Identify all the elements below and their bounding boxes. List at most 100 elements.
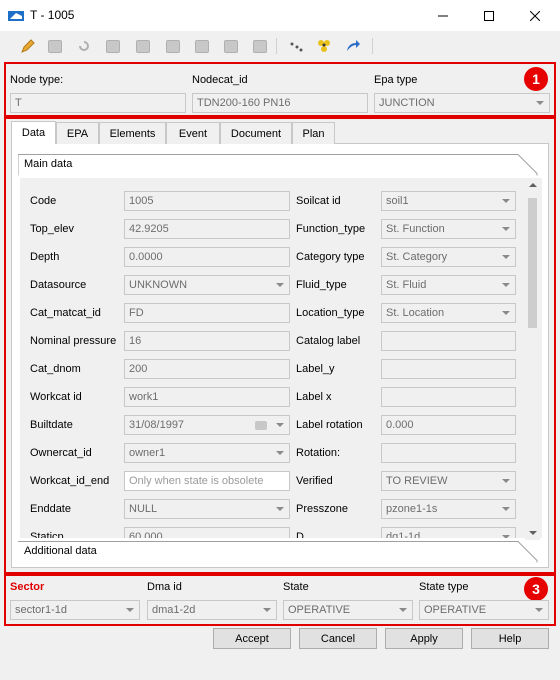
edit-button[interactable] xyxy=(18,36,38,56)
left-field-label-code: Code xyxy=(30,195,57,207)
state-type-label: State type xyxy=(419,581,469,593)
left-field-value: FD xyxy=(129,307,144,319)
cancel-button[interactable]: Cancel xyxy=(299,628,377,649)
sector-value: sector1-1d xyxy=(15,604,67,616)
clear-date-icon[interactable] xyxy=(255,421,267,430)
chevron-down-icon xyxy=(502,507,510,511)
left-field-workcat-id-end-input[interactable]: Only when state is obsolete xyxy=(124,471,290,491)
chevron-down-icon xyxy=(536,101,544,105)
dots-button[interactable] xyxy=(286,36,306,56)
workcat-button[interactable] xyxy=(133,36,153,56)
tab-plan[interactable]: Plan xyxy=(292,122,335,144)
left-field-depth-input[interactable]: 0.0000 xyxy=(124,247,290,267)
left-field-nominal-pressure-input[interactable]: 16 xyxy=(124,331,290,351)
close-button[interactable] xyxy=(512,0,558,31)
tab-elements[interactable]: Elements xyxy=(99,122,166,144)
scroll-down-icon xyxy=(529,531,537,535)
tab-label: Document xyxy=(230,127,282,140)
right-field-label-catalog-label: Catalog label xyxy=(296,335,361,347)
maximize-button[interactable] xyxy=(466,0,512,31)
tab-event[interactable]: Event xyxy=(166,122,220,144)
tab-data[interactable]: Data xyxy=(11,121,56,144)
left-field-value: 1005 xyxy=(129,195,154,207)
main-data-group[interactable]: Main data xyxy=(18,154,538,176)
nodecat-field[interactable]: TDN200-160 PN16 xyxy=(192,93,368,113)
main-data-area[interactable]: Code 1005 Top_elev 42.9205 Depth 0.0000 Dataso… xyxy=(20,178,542,538)
paste-button[interactable] xyxy=(45,36,65,56)
state-label: State xyxy=(283,581,309,593)
chevron-down-icon xyxy=(126,608,134,612)
additional-data-title: Additional data xyxy=(24,545,97,557)
right-field-label-y-input[interactable] xyxy=(381,359,516,379)
link-button[interactable] xyxy=(343,36,363,56)
sector-label: Sector xyxy=(10,581,45,593)
chevron-down-icon xyxy=(502,535,510,538)
left-field-staticp-input[interactable]: 60.000 xyxy=(124,527,290,538)
chevron-down-icon xyxy=(502,199,510,203)
left-field-cat-matcat-id-input[interactable]: FD xyxy=(124,303,290,323)
tab-document[interactable]: Document xyxy=(220,122,292,144)
paste-icon xyxy=(48,39,62,53)
right-field-location-type-select[interactable]: St. Location xyxy=(381,303,516,323)
forward-icon xyxy=(195,39,209,53)
left-field-value: 0.0000 xyxy=(129,251,163,263)
left-field-value: 60.000 xyxy=(129,531,163,538)
right-field-verified-select[interactable]: TO REVIEW xyxy=(381,471,516,491)
right-field-fluid-type-select[interactable]: St. Fluid xyxy=(381,275,516,295)
left-field-enddate-select[interactable]: NULL xyxy=(124,499,290,519)
right-field-soilcat-id-select[interactable]: soil1 xyxy=(381,191,516,211)
left-field-label-cat-matcat-id: Cat_matcat_id xyxy=(30,307,101,319)
forward-button[interactable] xyxy=(192,36,212,56)
left-field-workcat-id-input[interactable]: work1 xyxy=(124,387,290,407)
tab-epa[interactable]: EPA xyxy=(56,122,99,144)
dma-select[interactable]: dma1-2d xyxy=(147,600,277,620)
right-field-catalog-label-input[interactable] xyxy=(381,331,516,351)
nodes-icon xyxy=(318,40,330,52)
zoom-node-button[interactable] xyxy=(250,36,270,56)
right-field-function-type-select[interactable]: St. Function xyxy=(381,219,516,239)
right-field-value: St. Location xyxy=(386,307,445,319)
left-field-ownercat-id-select[interactable]: owner1 xyxy=(124,443,290,463)
chevron-down-icon xyxy=(502,311,510,315)
left-field-cat-dnom-input[interactable]: 200 xyxy=(124,359,290,379)
right-field-label-soilcat-id: Soilcat id xyxy=(296,195,341,207)
left-field-datasource-select[interactable]: UNKNOWN xyxy=(124,275,290,295)
nodes-button[interactable] xyxy=(314,36,334,56)
chevron-down-icon xyxy=(502,227,510,231)
workcat-end-button[interactable] xyxy=(163,36,183,56)
title-bar: T - 1005 xyxy=(0,0,560,31)
help-button[interactable]: Help xyxy=(471,628,549,649)
epa-type-select[interactable]: JUNCTION xyxy=(374,93,550,113)
right-field-label-x-input[interactable] xyxy=(381,387,516,407)
right-field-d-select[interactable]: dq1-1d xyxy=(381,527,516,538)
state-select[interactable]: OPERATIVE xyxy=(283,600,413,620)
right-field-value: soil1 xyxy=(386,195,409,207)
additional-data-group[interactable]: Additional data xyxy=(18,541,538,563)
right-field-presszone-select[interactable]: pzone1-1s xyxy=(381,499,516,519)
left-field-code-input[interactable]: 1005 xyxy=(124,191,290,211)
node-type-field[interactable]: T xyxy=(10,93,186,113)
left-field-label-top-elev: Top_elev xyxy=(30,223,75,235)
left-field-builtdate-select[interactable]: 31/08/1997 xyxy=(124,415,290,435)
left-field-top-elev-input[interactable]: 42.9205 xyxy=(124,219,290,239)
right-field-rotation-input[interactable] xyxy=(381,443,516,463)
tab-label: Plan xyxy=(302,127,325,140)
apply-button[interactable]: Apply xyxy=(385,628,463,649)
left-field-label-enddate: Enddate xyxy=(30,503,71,515)
app-icon xyxy=(8,11,24,21)
right-field-label-rotation-input[interactable]: 0.000 xyxy=(381,415,516,435)
vertical-scrollbar[interactable] xyxy=(525,178,540,540)
sector-select[interactable]: sector1-1d xyxy=(10,600,140,620)
catalog-button[interactable] xyxy=(103,36,123,56)
right-field-category-type-select[interactable]: St. Category xyxy=(381,247,516,267)
chevron-down-icon xyxy=(276,451,284,455)
left-field-value: NULL xyxy=(129,503,158,515)
zoom-button[interactable] xyxy=(221,36,241,56)
undo-button[interactable] xyxy=(74,36,94,56)
state-type-select[interactable]: OPERATIVE xyxy=(419,600,549,620)
left-field-value: 200 xyxy=(129,363,148,375)
minimize-button[interactable] xyxy=(420,0,466,31)
scroll-thumb[interactable] xyxy=(528,198,537,328)
close-icon xyxy=(530,10,540,21)
accept-button[interactable]: Accept xyxy=(213,628,291,649)
